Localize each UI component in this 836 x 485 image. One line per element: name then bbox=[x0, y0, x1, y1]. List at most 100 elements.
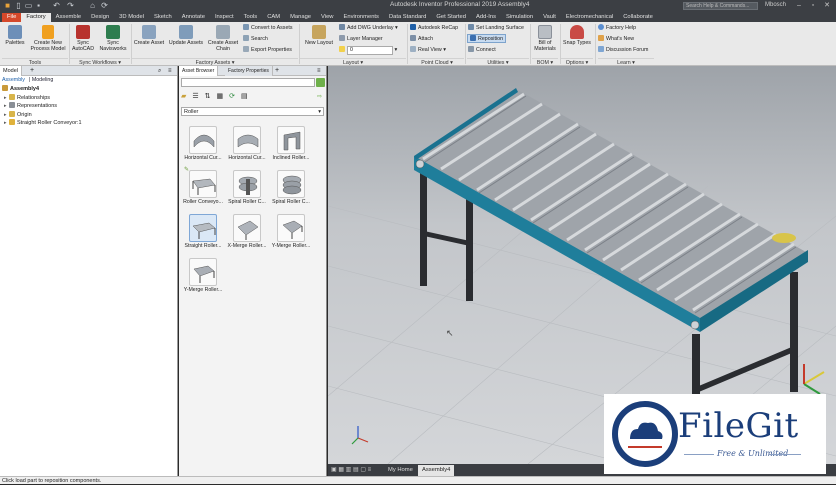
bolt-icon bbox=[415, 159, 425, 169]
tab-design[interactable]: Design bbox=[86, 13, 114, 22]
asset-browser-tab[interactable]: Asset Browser bbox=[179, 66, 219, 76]
create-new-process-model-button[interactable]: Create New Process Model bbox=[28, 25, 68, 52]
attach-button[interactable]: Attach bbox=[410, 35, 433, 43]
factory-properties-tab[interactable]: Factory Properties bbox=[225, 66, 273, 76]
tab-vault[interactable]: Vault bbox=[538, 13, 561, 22]
undo-icon[interactable]: ↶ bbox=[52, 1, 61, 11]
asset-thumbnail bbox=[189, 214, 217, 242]
asset-x-merge-roller[interactable]: X-Merge Roller... bbox=[227, 214, 267, 249]
tab-sketch[interactable]: Sketch bbox=[149, 13, 177, 22]
autodesk-recap-button[interactable]: Autodesk ReCap bbox=[410, 24, 458, 32]
tab-collaborate[interactable]: Collaborate bbox=[618, 13, 658, 22]
layer-manager-button[interactable]: Layer Manager bbox=[339, 35, 383, 43]
asset-straight-roller[interactable]: Straight Roller... bbox=[183, 214, 223, 249]
model-tab[interactable]: Model bbox=[0, 66, 22, 76]
tab-annotate[interactable]: Annotate bbox=[177, 13, 210, 22]
asset-horizontal-curve-2[interactable]: Horizontal Cur... bbox=[227, 126, 267, 161]
reposition-button[interactable]: Reposition bbox=[467, 34, 507, 43]
factory-help-button[interactable]: Factory Help bbox=[598, 24, 636, 32]
subtab-assembly[interactable]: Assembly bbox=[2, 77, 25, 83]
save-icon[interactable]: ▪ bbox=[34, 1, 43, 11]
close-icon[interactable]: ✕ bbox=[820, 0, 834, 12]
update-icon[interactable]: ⟳ bbox=[100, 1, 109, 11]
asset-roller-conveyor[interactable]: Roller Conveyo... bbox=[183, 170, 223, 205]
tab-data-standard[interactable]: Data Standard bbox=[384, 13, 431, 22]
tab-3d-model[interactable]: 3D Model bbox=[114, 13, 149, 22]
tab-view[interactable]: View bbox=[316, 13, 338, 22]
folder-icon[interactable]: ▰ bbox=[181, 92, 186, 102]
tree-item-conveyor[interactable]: ▸ Straight Roller Conveyor:1 bbox=[0, 119, 177, 128]
tree-item-relationships[interactable]: ▸ Relationships bbox=[0, 93, 177, 103]
home-icon[interactable]: ⌂ bbox=[88, 1, 97, 11]
redo-icon[interactable]: ↷ bbox=[66, 1, 75, 11]
help-search-input[interactable]: Search Help & Commands... bbox=[683, 2, 758, 10]
menu-icon[interactable]: ≡ bbox=[317, 66, 321, 76]
restore-icon[interactable]: ▫ bbox=[806, 0, 820, 12]
bill-of-materials-button[interactable]: Bill of Materials bbox=[532, 25, 558, 52]
view-options-icon[interactable]: ▦ bbox=[217, 92, 224, 102]
palettes-button[interactable]: Palettes bbox=[2, 25, 28, 46]
sync-navisworks-button[interactable]: Sync Navisworks bbox=[96, 25, 130, 52]
subtab-modeling[interactable]: Modeling bbox=[32, 77, 54, 83]
dwg-underlay-icon bbox=[339, 24, 345, 30]
new-icon[interactable]: ▯ bbox=[14, 1, 23, 11]
tab-add-ins[interactable]: Add-Ins bbox=[471, 13, 501, 22]
tab-my-home[interactable]: My Home bbox=[384, 465, 417, 476]
category-select[interactable]: Roller ▾ bbox=[181, 107, 324, 116]
create-asset-button[interactable]: Create Asset bbox=[132, 25, 166, 46]
update-assets-button[interactable]: Update Assets bbox=[167, 25, 205, 46]
convert-to-assets-button[interactable]: Convert to Assets bbox=[243, 24, 293, 32]
tree-item-representations[interactable]: ▸ Representations bbox=[0, 102, 177, 111]
add-tab-icon[interactable]: + bbox=[30, 66, 34, 76]
asset-y-merge-roller-2[interactable]: Y-Merge Roller... bbox=[183, 258, 223, 293]
tab-assemble[interactable]: Assemble bbox=[51, 13, 86, 22]
tab-environments[interactable]: Environments bbox=[339, 13, 384, 22]
app-logo-icon[interactable]: ■ bbox=[3, 1, 12, 11]
load-part[interactable] bbox=[772, 233, 796, 243]
user-name[interactable]: Mbosch bbox=[765, 2, 786, 8]
tab-cam[interactable]: CAM bbox=[262, 13, 285, 22]
tile-icons[interactable]: ▣ ▦ ▥ ▤ ▢ ≡ bbox=[331, 466, 371, 473]
refresh-icon[interactable]: ⟳ bbox=[229, 92, 235, 102]
asset-y-merge-roller-1[interactable]: Y-Merge Roller... bbox=[271, 214, 311, 249]
search-icon[interactable]: ⌕ bbox=[158, 66, 161, 76]
discussion-forum-button[interactable]: Discussion Forum bbox=[598, 46, 648, 54]
tab-get-started[interactable]: Get Started bbox=[431, 13, 471, 22]
tree-item-origin[interactable]: ▸ Origin bbox=[0, 110, 177, 120]
tab-tools[interactable]: Tools bbox=[239, 13, 263, 22]
tree-root[interactable]: Assembly4 bbox=[0, 85, 177, 94]
whats-new-button[interactable]: What's New bbox=[598, 35, 634, 43]
create-asset-chain-button[interactable]: Create Asset Chain bbox=[205, 25, 241, 52]
search-button[interactable]: Search bbox=[243, 35, 268, 43]
asset-spiral-roller-2[interactable]: Spiral Roller C... bbox=[271, 170, 311, 205]
filter-icon[interactable]: ▤ bbox=[241, 92, 248, 102]
tab-electromechanical[interactable]: Electromechanical bbox=[561, 13, 618, 22]
minimize-icon[interactable]: – bbox=[792, 0, 806, 12]
asset-search-input[interactable] bbox=[181, 78, 315, 87]
tab-factory[interactable]: Factory bbox=[21, 13, 51, 22]
tab-assembly4[interactable]: Assembly4 bbox=[418, 465, 455, 476]
list-view-icon[interactable]: ☰ bbox=[192, 92, 198, 102]
asset-horizontal-curve-1[interactable]: Horizontal Cur... bbox=[183, 126, 223, 161]
new-layout-button[interactable]: New Layout bbox=[300, 25, 338, 46]
go-icon[interactable] bbox=[316, 78, 325, 87]
export-properties-button[interactable]: Export Properties bbox=[243, 46, 292, 54]
tab-manage[interactable]: Manage bbox=[285, 13, 316, 22]
asset-inclined-roller[interactable]: Inclined Roller... bbox=[271, 126, 311, 161]
asset-spiral-roller-1[interactable]: Spiral Roller C... bbox=[227, 170, 267, 205]
snap-types-button[interactable]: Snap Types bbox=[561, 25, 593, 46]
forward-icon[interactable]: ⇨ bbox=[317, 93, 322, 100]
add-tab-icon[interactable]: + bbox=[275, 66, 279, 76]
sync-autocad-button[interactable]: Sync AutoCAD bbox=[70, 25, 96, 52]
menu-icon[interactable]: ≡ bbox=[168, 66, 172, 76]
sort-icon[interactable]: ⇅ bbox=[205, 92, 211, 102]
add-dwg-underlay-button[interactable]: Add DWG Underlay ▾ bbox=[339, 24, 398, 32]
tab-simulation[interactable]: Simulation bbox=[501, 13, 538, 22]
set-landing-surface-button[interactable]: Set Landing Surface bbox=[468, 24, 524, 32]
connect-button[interactable]: Connect bbox=[468, 46, 496, 54]
real-view-button[interactable]: Real View ▾ bbox=[410, 46, 446, 54]
tab-file[interactable]: File bbox=[2, 13, 22, 22]
open-icon[interactable]: ▭ bbox=[24, 1, 33, 11]
tab-inspect[interactable]: Inspect bbox=[210, 13, 239, 22]
layer-select[interactable]: 0 ▾ bbox=[339, 46, 397, 55]
